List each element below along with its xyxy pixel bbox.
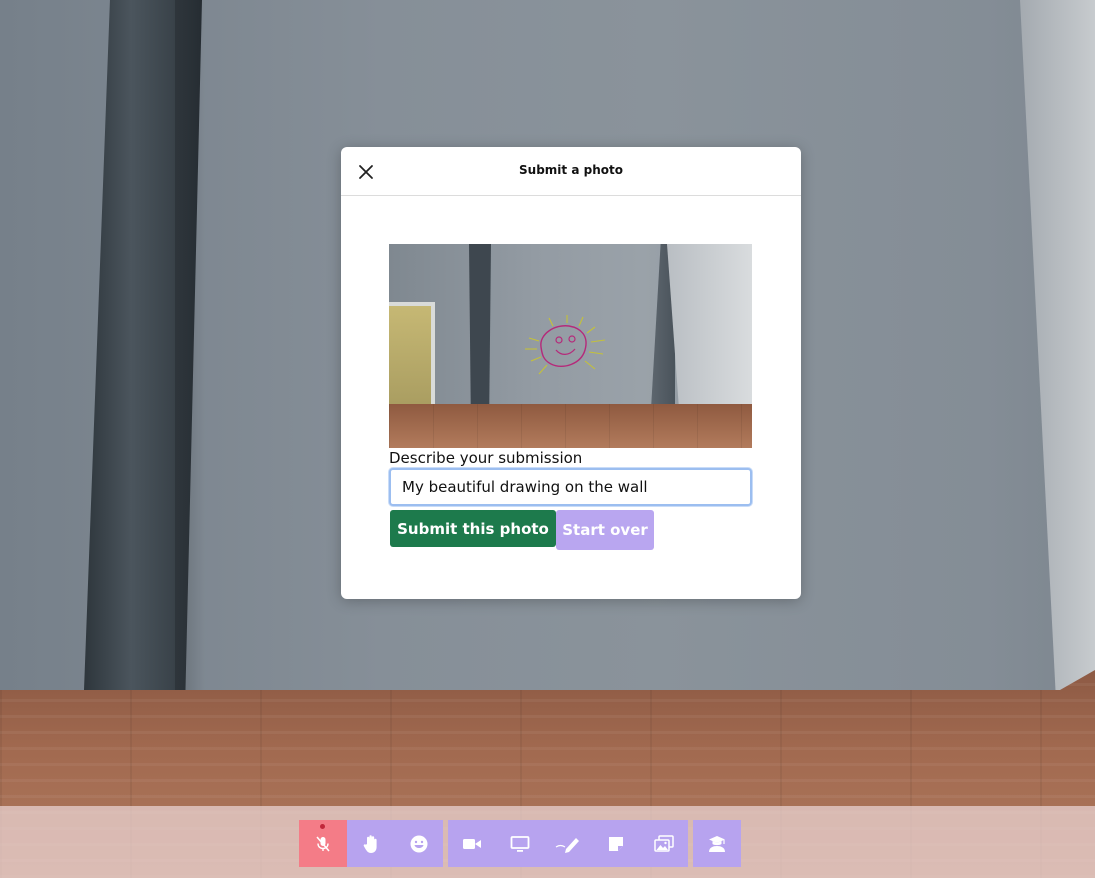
description-label: Describe your submission — [389, 449, 583, 467]
emoji-icon — [410, 835, 428, 852]
camera-button[interactable] — [448, 820, 496, 867]
photo-gallery-icon — [654, 834, 674, 852]
microphone-muted-icon — [316, 836, 330, 851]
microphone-toggle-button[interactable] — [299, 820, 347, 867]
screen-share-button[interactable] — [496, 820, 544, 867]
photo-beam-left — [469, 244, 491, 409]
draw-icon — [555, 837, 579, 853]
photo-doorway — [389, 302, 435, 411]
submit-photo-button[interactable]: Submit this photo — [390, 510, 556, 547]
photo-gallery-button[interactable] — [640, 820, 688, 867]
toolbar-group-teacher — [693, 820, 741, 867]
toolbar-group-tools — [448, 820, 688, 867]
reactions-button[interactable] — [395, 820, 443, 867]
draw-button[interactable] — [544, 820, 592, 867]
submit-photo-dialog: Submit a photo Describe your submission … — [341, 147, 801, 599]
video-camera-icon — [463, 838, 481, 849]
teacher-mode-button[interactable] — [693, 820, 741, 867]
raise-hand-button[interactable] — [347, 820, 395, 867]
sticky-note-icon — [609, 836, 623, 851]
screen-share-icon — [510, 835, 530, 852]
description-input[interactable] — [389, 468, 752, 506]
raise-hand-icon — [363, 834, 377, 853]
beam-shadow — [175, 0, 205, 690]
photo-preview — [389, 244, 752, 448]
start-over-button[interactable]: Start over — [556, 510, 654, 550]
toolbar-group-audio — [299, 820, 443, 867]
teacher-icon — [709, 835, 725, 852]
photo-side-wall — [667, 244, 752, 409]
dialog-header: Submit a photo — [341, 147, 801, 196]
photo-floor — [389, 404, 752, 448]
sticky-note-button[interactable] — [592, 820, 640, 867]
mic-status-dot — [320, 824, 325, 829]
smiley-drawing — [525, 315, 606, 375]
dialog-title: Submit a photo — [519, 163, 623, 177]
